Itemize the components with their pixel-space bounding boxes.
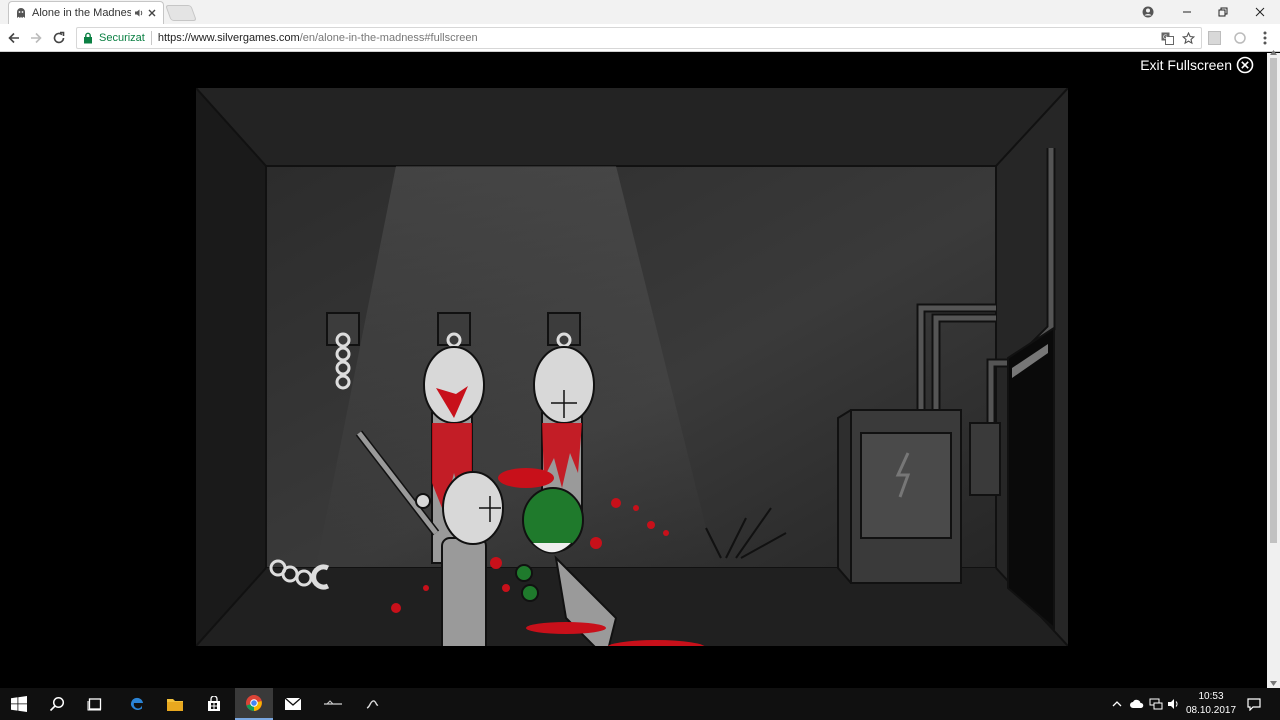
- notifications-icon[interactable]: [1244, 688, 1264, 720]
- store-icon[interactable]: [195, 688, 233, 720]
- task-view-icon[interactable]: [76, 688, 114, 720]
- tab-title: Alone in the Madness: [32, 7, 131, 19]
- start-icon[interactable]: [0, 688, 38, 720]
- bookmark-star-icon[interactable]: [1182, 31, 1195, 45]
- url-host: https://www.silvergames.com: [157, 32, 300, 44]
- scroll-down-arrow-icon[interactable]: [1270, 681, 1277, 686]
- lock-icon: [83, 32, 95, 44]
- game-scene[interactable]: [196, 88, 1068, 646]
- game-viewport[interactable]: Exit Fullscreen: [0, 53, 1267, 688]
- exit-fullscreen-label: Exit Fullscreen: [1140, 57, 1232, 73]
- browser-toolbar: Securizat https://www.silvergames.com/en…: [0, 24, 1280, 52]
- extension-icon[interactable]: [1232, 30, 1248, 46]
- ceiling: [196, 88, 1068, 166]
- left-wall: [196, 88, 266, 646]
- new-tab-button[interactable]: [165, 5, 197, 21]
- search-icon[interactable]: [38, 688, 76, 720]
- browser-tab[interactable]: Alone in the Madness: [8, 1, 164, 24]
- app-icon[interactable]: [353, 688, 391, 720]
- pdf-extension-icon[interactable]: [1206, 30, 1222, 46]
- clock-time: 10:53: [1198, 691, 1224, 702]
- edge-icon[interactable]: [118, 688, 156, 720]
- file-explorer-icon[interactable]: [156, 688, 194, 720]
- back-button[interactable]: [5, 29, 23, 47]
- chrome-icon[interactable]: [235, 688, 273, 720]
- url-path: /en/alone-in-the-madness#fullscreen: [299, 32, 478, 44]
- scroll-up-arrow-icon[interactable]: [1270, 50, 1277, 55]
- profile-icon[interactable]: [1130, 0, 1166, 24]
- clock-date: 08.10.2017: [1185, 705, 1237, 716]
- wall-switch: [969, 422, 1001, 496]
- volume-icon[interactable]: [1166, 688, 1182, 720]
- close-tab-icon[interactable]: [147, 8, 157, 18]
- network-icon[interactable]: [1148, 688, 1164, 720]
- ghost-icon: [15, 7, 27, 19]
- security-label: Securizat: [99, 32, 145, 44]
- doorway: [1007, 326, 1055, 631]
- app-icon[interactable]: [314, 688, 352, 720]
- mail-icon[interactable]: [274, 688, 312, 720]
- close-window-button[interactable]: [1242, 0, 1278, 24]
- cloud-icon[interactable]: [1128, 688, 1146, 720]
- exit-fullscreen-button[interactable]: Exit Fullscreen: [1140, 56, 1254, 74]
- close-circle-icon: [1236, 56, 1254, 74]
- page-scrollbar[interactable]: [1267, 50, 1280, 688]
- menu-icon[interactable]: [1257, 30, 1273, 46]
- electrical-box: [837, 409, 962, 584]
- tab-strip: Alone in the Madness: [0, 0, 1280, 24]
- minimize-button[interactable]: [1169, 0, 1205, 24]
- taskbar: 10:53 08.10.2017: [0, 688, 1280, 720]
- address-bar[interactable]: Securizat https://www.silvergames.com/en…: [76, 27, 1202, 49]
- chevron-up-icon[interactable]: [1110, 688, 1124, 720]
- reload-button[interactable]: [50, 29, 68, 47]
- system-clock[interactable]: 10:53 08.10.2017: [1184, 690, 1238, 718]
- separator: [150, 31, 152, 45]
- svg-text:G: G: [1163, 34, 1168, 41]
- speaker-icon[interactable]: [134, 8, 144, 18]
- forward-button[interactable]: [27, 29, 45, 47]
- restore-button[interactable]: [1205, 0, 1241, 24]
- scrollbar-thumb[interactable]: [1270, 58, 1277, 543]
- translate-icon[interactable]: G: [1161, 32, 1174, 45]
